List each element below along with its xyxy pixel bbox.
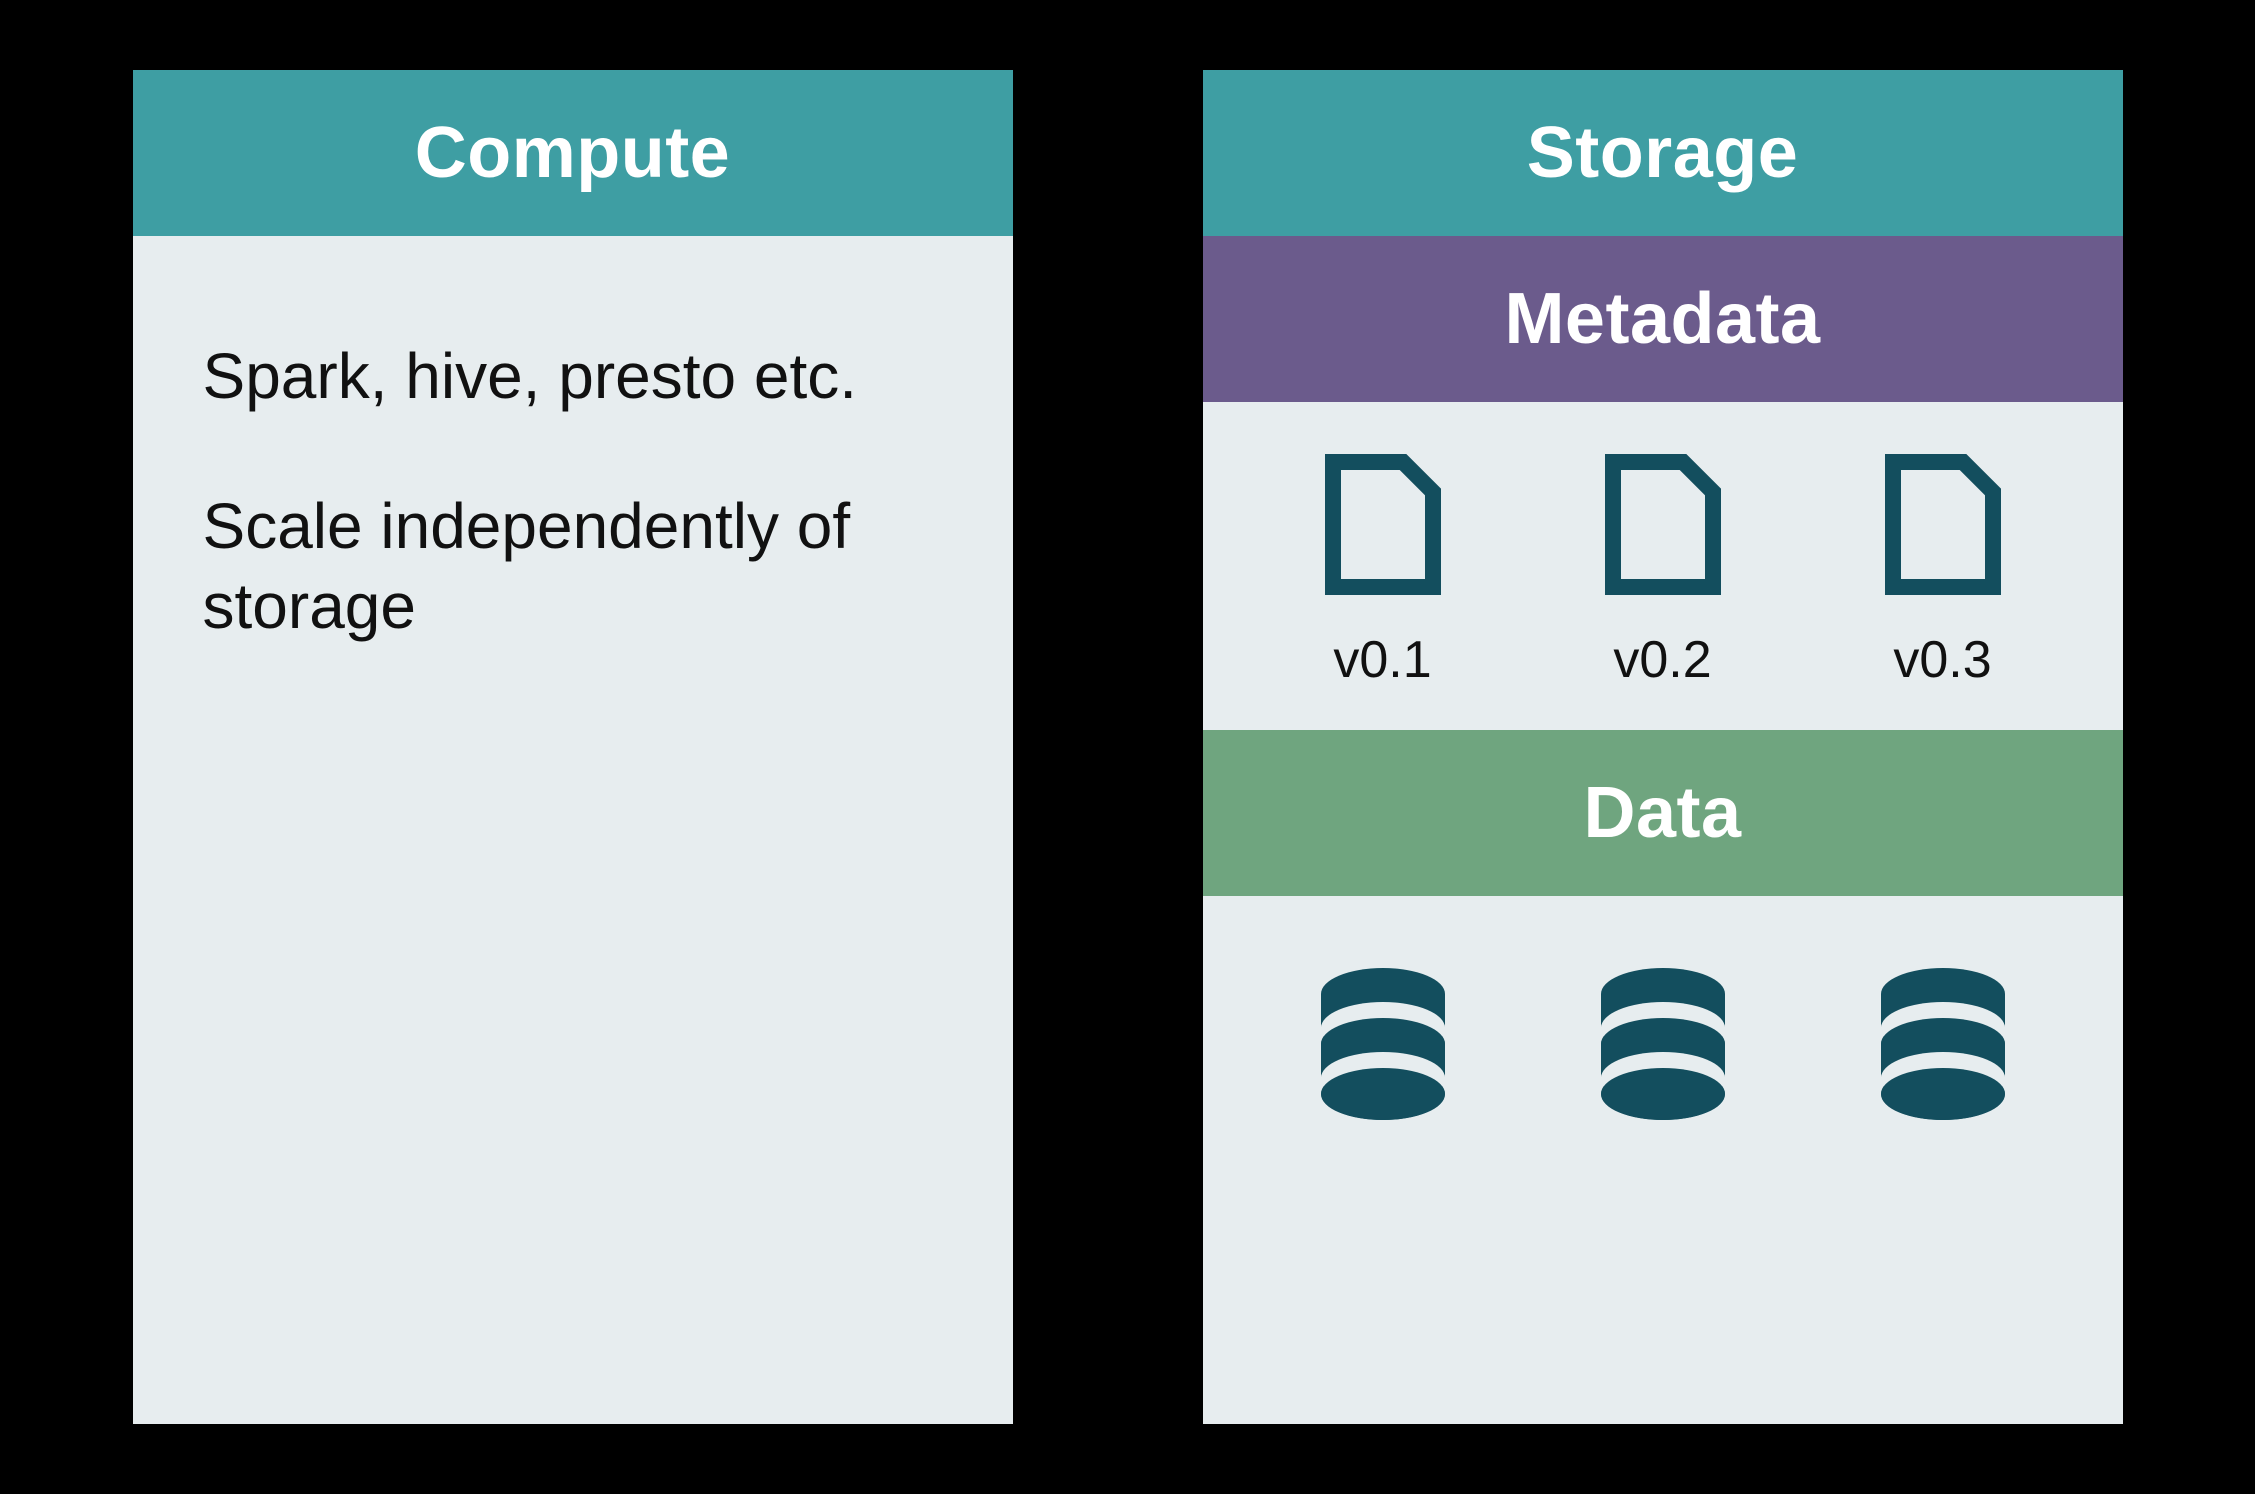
database-icon	[1588, 966, 1738, 1131]
file-icon	[1603, 452, 1723, 602]
version-item: v0.2	[1603, 452, 1723, 690]
metadata-title-banner: Metadata	[1203, 236, 2123, 402]
database-icon	[1868, 966, 2018, 1131]
version-item: v0.3	[1883, 452, 2003, 690]
file-icon	[1883, 452, 2003, 602]
storage-title-banner: Storage	[1203, 70, 2123, 236]
compute-text-scale: Scale independently of storage	[203, 486, 943, 646]
compute-body: Spark, hive, presto etc. Scale independe…	[133, 236, 1013, 1424]
database-row	[1243, 966, 2083, 1131]
version-label: v0.3	[1893, 630, 1991, 690]
file-icon	[1323, 452, 1443, 602]
version-row: v0.1 v0.2 v0.3	[1243, 452, 2083, 690]
data-body	[1203, 896, 2123, 1161]
compute-title-banner: Compute	[133, 70, 1013, 236]
data-title-banner: Data	[1203, 730, 2123, 896]
version-label: v0.1	[1333, 630, 1431, 690]
database-icon	[1308, 966, 1458, 1131]
diagram-stage: Compute Spark, hive, presto etc. Scale i…	[0, 0, 2255, 1494]
storage-panel: Storage Metadata v0.1	[1203, 70, 2123, 1424]
metadata-body: v0.1 v0.2 v0.3	[1203, 402, 2123, 730]
version-item: v0.1	[1323, 452, 1443, 690]
version-label: v0.2	[1613, 630, 1711, 690]
compute-text-engines: Spark, hive, presto etc.	[203, 336, 943, 416]
compute-panel: Compute Spark, hive, presto etc. Scale i…	[133, 70, 1013, 1424]
